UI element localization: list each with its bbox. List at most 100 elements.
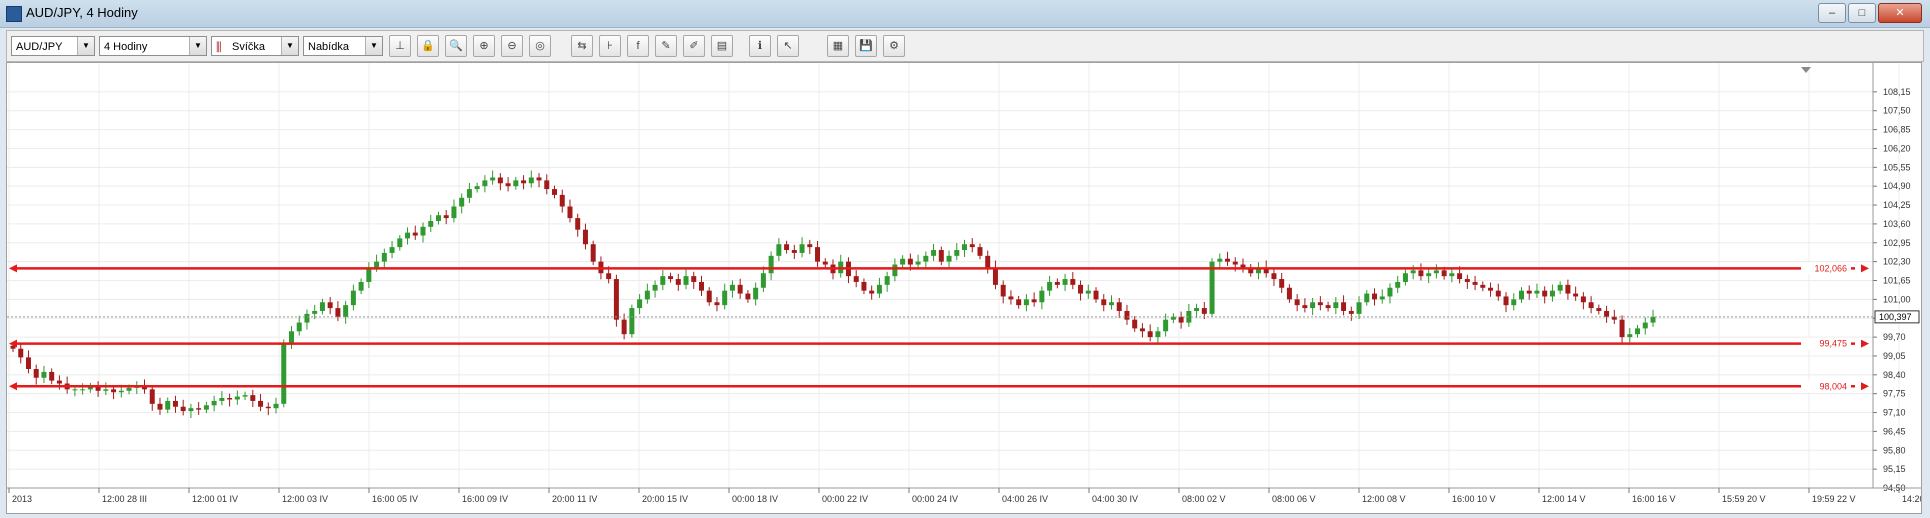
candle bbox=[1093, 287, 1099, 303]
candle bbox=[1619, 315, 1625, 345]
candle bbox=[1108, 295, 1114, 310]
horizontal-line[interactable]: 99,475 bbox=[9, 337, 1869, 350]
timeframe-select[interactable]: 4 Hodiny ▼ bbox=[99, 36, 207, 56]
candle bbox=[234, 390, 240, 405]
y-tick-label: 102,95 bbox=[1883, 238, 1911, 248]
candle bbox=[1542, 286, 1548, 304]
candlestick-chart[interactable]: 108,15 107,50 106,85 106,20 105,55 104,90 104,… bbox=[7, 63, 1925, 513]
candle bbox=[203, 401, 209, 414]
candle bbox=[172, 395, 178, 413]
candle bbox=[49, 368, 55, 385]
window-titlebar: AUD/JPY, 4 Hodiny – □ ✕ bbox=[0, 0, 1930, 28]
formula-icon[interactable]: f bbox=[627, 35, 649, 57]
zoom-in-icon[interactable]: 🔍 bbox=[445, 35, 467, 57]
candle bbox=[552, 185, 558, 199]
candle bbox=[582, 223, 588, 250]
close-button[interactable]: ✕ bbox=[1878, 3, 1922, 23]
cursor-icon[interactable]: ↖ bbox=[777, 35, 799, 57]
price-side-select[interactable]: Nabídka ▼ bbox=[303, 36, 383, 56]
symbol-select[interactable]: AUD/JPY ▼ bbox=[11, 36, 95, 56]
y-tick-label: 95,80 bbox=[1883, 445, 1906, 455]
candle bbox=[853, 270, 859, 288]
candle bbox=[915, 254, 921, 269]
candle bbox=[706, 287, 712, 306]
candle bbox=[900, 255, 906, 269]
x-tick-label: 04:00 26 IV bbox=[1002, 494, 1048, 504]
horizontal-line[interactable]: 102,066 bbox=[9, 262, 1869, 275]
candle bbox=[559, 189, 565, 213]
candle bbox=[745, 290, 751, 303]
price-side-value: Nabídka bbox=[308, 41, 349, 53]
axis-icon[interactable]: ⊦ bbox=[599, 35, 621, 57]
candle bbox=[1000, 280, 1006, 304]
candles bbox=[10, 170, 1656, 419]
candle bbox=[428, 214, 434, 233]
candle bbox=[1341, 295, 1347, 316]
candle bbox=[1186, 304, 1192, 327]
candle bbox=[80, 383, 86, 395]
candle bbox=[590, 240, 596, 266]
candle bbox=[33, 364, 39, 385]
candle bbox=[1325, 301, 1331, 312]
save-icon[interactable]: 💾 bbox=[855, 35, 877, 57]
candle bbox=[1596, 304, 1602, 315]
candle bbox=[366, 262, 372, 289]
horizontal-line[interactable]: 98,004 bbox=[9, 380, 1869, 393]
arrow-left-icon bbox=[9, 382, 17, 391]
current-price-label: 100,397 bbox=[1879, 312, 1912, 322]
y-tick-label: 96,45 bbox=[1883, 426, 1906, 436]
x-tick-label: 15:59 20 V bbox=[1722, 494, 1766, 504]
candle bbox=[1573, 286, 1579, 301]
zoom-fit-icon[interactable]: ◎ bbox=[529, 35, 551, 57]
candle bbox=[1116, 297, 1122, 318]
candle bbox=[482, 175, 488, 193]
x-tick-label: 12:00 14 V bbox=[1542, 494, 1586, 504]
crosshair-icon[interactable]: ⊥ bbox=[389, 35, 411, 57]
y-tick-label: 107,50 bbox=[1883, 106, 1911, 116]
candle bbox=[165, 397, 171, 414]
zoom-plus-icon[interactable]: ⊕ bbox=[473, 35, 495, 57]
scroll-left-icon[interactable]: ⇆ bbox=[571, 35, 593, 57]
timeframe-value: 4 Hodiny bbox=[104, 41, 148, 53]
chevron-down-icon: ▼ bbox=[281, 37, 298, 55]
y-tick-label: 99,70 bbox=[1883, 332, 1906, 342]
info-icon[interactable]: ℹ bbox=[749, 35, 771, 57]
candle bbox=[18, 343, 24, 364]
candle bbox=[1650, 309, 1656, 327]
y-tick-label: 106,85 bbox=[1883, 125, 1911, 135]
candle bbox=[629, 304, 635, 338]
candle bbox=[1503, 292, 1509, 313]
minimize-button[interactable]: – bbox=[1818, 3, 1846, 23]
y-tick-label: 103,60 bbox=[1883, 219, 1911, 229]
candle bbox=[729, 280, 735, 298]
x-tick-label: 00:00 22 IV bbox=[822, 494, 868, 504]
settings-icon[interactable]: ⚙ bbox=[883, 35, 905, 57]
candle bbox=[281, 339, 287, 408]
lock-icon[interactable]: 🔒 bbox=[417, 35, 439, 57]
chart-area[interactable]: 108,15 107,50 106,85 106,20 105,55 104,90 104,… bbox=[6, 62, 1925, 514]
candle bbox=[1240, 258, 1246, 273]
x-tick-label: 00:00 24 IV bbox=[912, 494, 958, 504]
candle bbox=[435, 211, 441, 225]
candle bbox=[41, 365, 47, 383]
candle bbox=[381, 248, 387, 269]
x-tick-label: 14:20 bbox=[1902, 494, 1921, 504]
grid-icon[interactable]: ▦ bbox=[827, 35, 849, 57]
drawing-icon[interactable]: ✐ bbox=[683, 35, 705, 57]
y-tick-label: 104,90 bbox=[1883, 181, 1911, 191]
zoom-minus-icon[interactable]: ⊖ bbox=[501, 35, 523, 57]
candle bbox=[776, 238, 782, 262]
x-tick-label: 2013 bbox=[12, 494, 32, 504]
x-tick-label: 12:00 01 IV bbox=[192, 494, 238, 504]
candle bbox=[451, 199, 457, 223]
maximize-button[interactable]: □ bbox=[1848, 3, 1876, 23]
chart-type-select[interactable]: ⫼ Svíčka ▼ bbox=[211, 36, 299, 56]
x-tick-label: 08:00 02 V bbox=[1182, 494, 1226, 504]
candle bbox=[1433, 264, 1439, 279]
candle bbox=[521, 175, 527, 190]
notepad-icon[interactable]: ▤ bbox=[711, 35, 733, 57]
candle bbox=[1418, 263, 1424, 281]
candle bbox=[420, 222, 426, 243]
candle bbox=[528, 170, 534, 188]
indicator-icon[interactable]: ✎ bbox=[655, 35, 677, 57]
